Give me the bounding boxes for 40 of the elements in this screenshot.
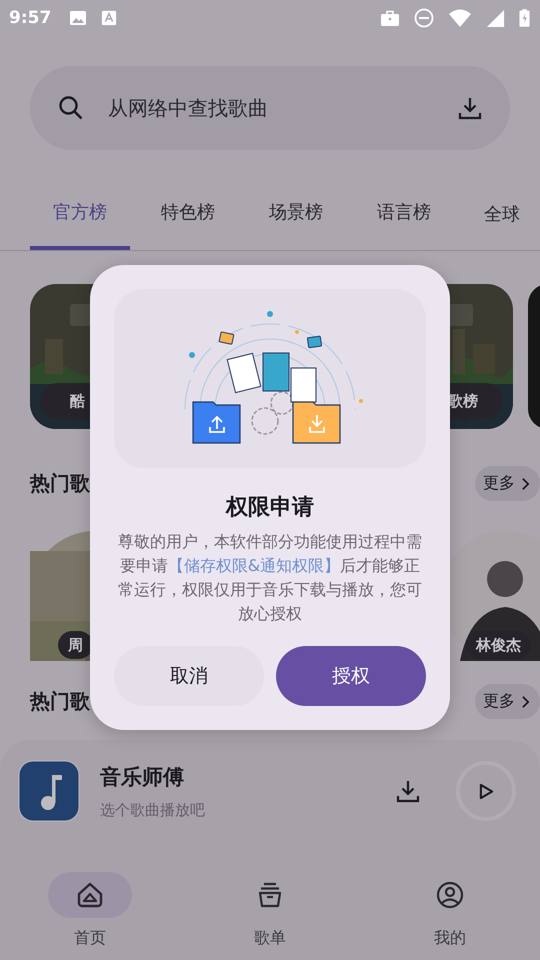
signal-icon — [486, 8, 505, 28]
status-time: 9:57 — [9, 8, 52, 28]
more-button[interactable]: 更多 — [475, 466, 540, 501]
music-note-icon — [18, 760, 80, 822]
dialog-message: 尊敬的用户，本软件部分功能使用过程中需要申请【储存权限&通知权限】后才能够正常运行，权限仅用于音乐下载与播放，您可放心授权 — [117, 531, 423, 625]
home-icon — [76, 881, 104, 909]
search-icon — [58, 95, 84, 121]
play-button[interactable] — [456, 761, 516, 821]
chart-tab[interactable]: 全球 — [462, 178, 540, 254]
search-field[interactable]: 从网络中查找歌曲 — [106, 95, 436, 121]
text-icon — [101, 10, 118, 26]
section-title: 热门歌 — [30, 470, 90, 497]
cancel-button[interactable]: 取消 — [114, 646, 264, 706]
more-button[interactable]: 更多 — [475, 684, 540, 719]
play-icon — [478, 782, 494, 800]
user-icon — [436, 881, 464, 909]
chevron-right-icon — [521, 694, 530, 708]
archive-icon — [256, 881, 284, 909]
chart-tab[interactable]: 官方榜 — [30, 178, 130, 250]
nav-tab[interactable]: 歌单 — [180, 872, 360, 949]
chart-tab[interactable]: 特色榜 — [138, 178, 238, 250]
download-icon[interactable] — [458, 96, 482, 120]
download-icon[interactable] — [396, 779, 420, 803]
chevron-right-icon — [521, 476, 530, 490]
section-title: 热门歌 — [30, 688, 90, 715]
song-title: 音乐师傅 — [100, 764, 185, 790]
confirm-button[interactable]: 授权 — [276, 646, 426, 706]
dialog-title: 权限申请 — [226, 494, 314, 522]
chart-tab[interactable]: 场景榜 — [246, 178, 346, 250]
battery-icon — [519, 8, 530, 28]
do-not-disturb-icon — [414, 8, 434, 28]
singer-name: 林俊杰 — [466, 631, 531, 659]
wifi-icon — [448, 8, 472, 28]
image-icon — [69, 9, 88, 27]
nav-tab[interactable]: 首页 — [0, 872, 180, 949]
nav-tab[interactable]: 我的 — [360, 872, 540, 949]
briefcase-icon — [380, 9, 400, 27]
mini-player[interactable]: 音乐师傅 选个歌曲播放吧 — [0, 740, 540, 842]
song-subtitle: 选个歌曲播放吧 — [100, 800, 206, 820]
chart-tab[interactable]: 语言榜 — [354, 178, 454, 250]
